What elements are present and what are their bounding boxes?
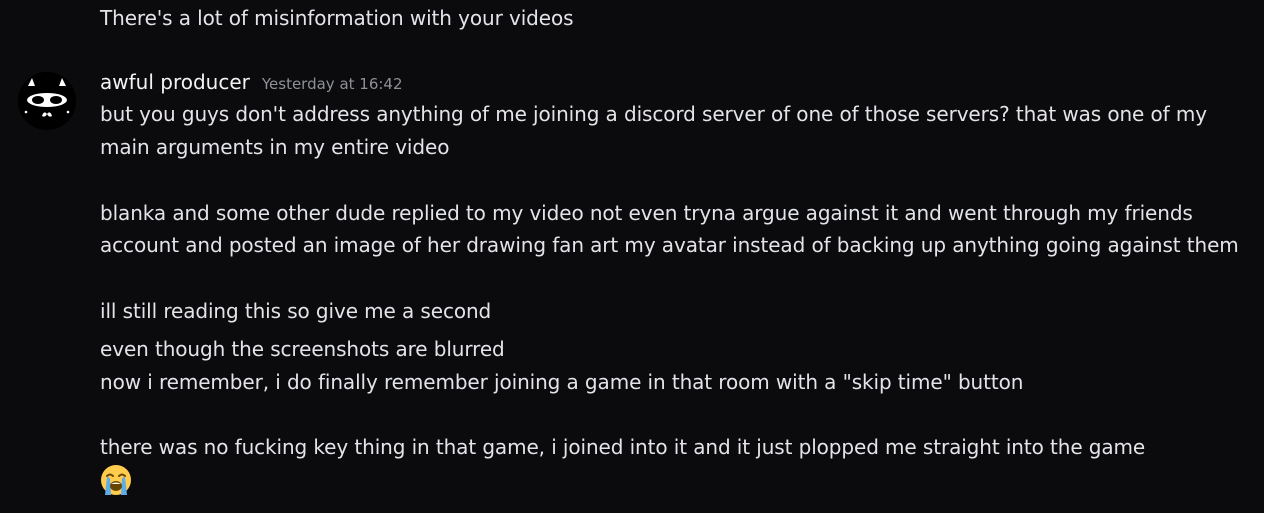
chat-message-area: There's a lot of misinformation with you… [0, 0, 1264, 513]
previous-message-text: There's a lot of misinformation with you… [100, 6, 574, 30]
message-line: now i remember, i do finally remember jo… [100, 370, 1024, 394]
message-line: even though the screenshots are blurred [100, 337, 505, 361]
message-line: ill still reading this so give me a seco… [100, 299, 492, 323]
message-line: there was no fucking key thing in that g… [100, 435, 1146, 459]
message-line: but you guys don't address anything of m… [100, 102, 1207, 126]
message-line: main arguments in my entire video [100, 135, 450, 159]
masked-face-avatar-icon [18, 72, 76, 130]
loudly-crying-face-icon[interactable] [99, 463, 133, 497]
message-line: account and posted an image of her drawi… [100, 233, 1239, 257]
avatar[interactable] [18, 72, 76, 130]
author-name[interactable]: awful producer [100, 66, 250, 98]
message-timestamp[interactable]: Yesterday at 16:42 [262, 75, 403, 93]
message-line: blanka and some other dude replied to my… [100, 201, 1193, 225]
message-header: awful producer Yesterday at 16:42 [100, 66, 403, 98]
